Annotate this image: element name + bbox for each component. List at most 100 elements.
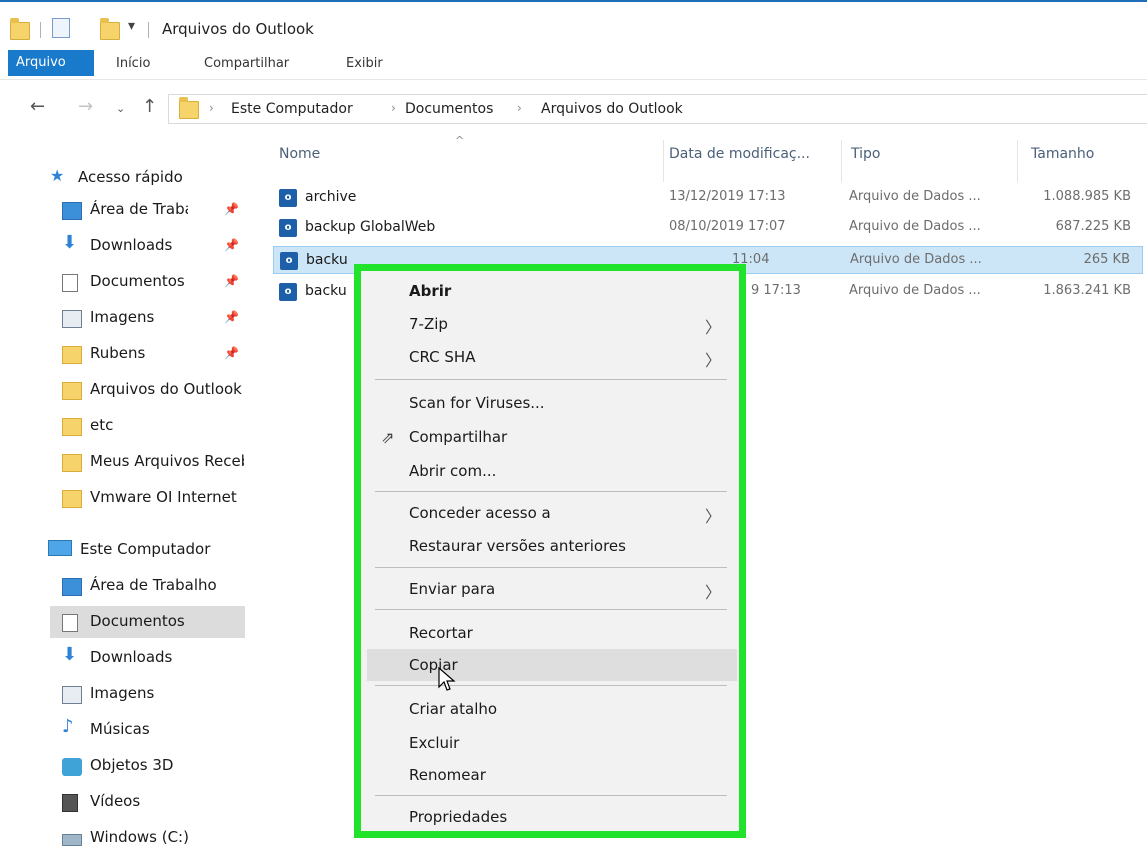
menu-item-label: Abrir com... — [409, 462, 497, 480]
menu-item-label: Abrir — [409, 282, 452, 300]
menu-item-crc-sha[interactable]: CRC SHA 〉 — [361, 341, 739, 373]
nav-item-meus-arquivos[interactable]: Meus Arquivos Recebidos — [50, 446, 245, 478]
mouse-pointer-icon — [438, 667, 456, 691]
new-folder-icon[interactable] — [100, 18, 120, 40]
music-icon: ♪ — [62, 716, 74, 737]
nav-label: Documentos — [90, 612, 185, 630]
menu-item-7zip[interactable]: 7-Zip 〉 — [361, 308, 739, 340]
pin-icon[interactable]: 📌 — [224, 238, 239, 252]
tab-inicio[interactable]: Início — [116, 52, 150, 75]
nav-item-documentos[interactable]: Documentos 📌 — [50, 266, 245, 298]
menu-divider — [375, 685, 727, 686]
outlook-data-file-icon: o — [279, 189, 297, 207]
pin-icon[interactable]: 📌 — [224, 274, 239, 288]
menu-divider — [375, 491, 727, 492]
column-divider[interactable] — [841, 140, 842, 182]
breadcrumb-este-computador[interactable]: Este Computador — [231, 101, 353, 117]
column-divider[interactable] — [663, 140, 664, 182]
pin-icon[interactable]: 📌 — [224, 310, 239, 324]
file-row[interactable]: o archive 13/12/2019 17:13 Arquivo de Da… — [273, 184, 1143, 212]
nav-item-pc-musicas[interactable]: ♪ Músicas — [50, 714, 245, 746]
menu-item-criar-atalho[interactable]: Criar atalho — [361, 693, 739, 725]
nav-item-vmware[interactable]: Vmware OI Internet — [50, 482, 245, 514]
nav-item-imagens[interactable]: Imagens 📌 — [50, 302, 245, 334]
this-pc-header[interactable]: Este Computador — [42, 534, 242, 564]
address-field[interactable]: › Este Computador › Documentos › Arquivo… — [168, 94, 1147, 124]
chevron-right-icon: 〉 — [704, 507, 721, 526]
file-name: backu — [306, 252, 348, 268]
customize-quick-access-icon[interactable]: ▾ — [128, 18, 135, 34]
menu-item-label: CRC SHA — [409, 348, 476, 366]
nav-item-pc-imagens[interactable]: Imagens — [50, 678, 245, 710]
up-arrow-icon[interactable]: ↑ — [142, 96, 157, 117]
nav-item-downloads[interactable]: ⬇ Downloads 📌 — [50, 230, 245, 262]
menu-item-conceder-acesso[interactable]: Conceder acesso a 〉 — [361, 497, 739, 529]
menu-item-compartilhar[interactable]: ⇗ Compartilhar — [361, 421, 739, 453]
column-header-data[interactable]: Data de modificaç... — [669, 146, 810, 162]
nav-item-etc[interactable]: etc — [50, 410, 245, 442]
file-name: backup GlobalWeb — [305, 219, 436, 235]
folder-icon — [62, 418, 82, 436]
folder-icon — [62, 382, 82, 400]
nav-label: Vídeos — [90, 792, 141, 810]
folder-icon — [62, 346, 82, 364]
forward-arrow-icon[interactable]: → — [78, 96, 93, 117]
breadcrumb-arquivos-do-outlook[interactable]: Arquivos do Outlook — [541, 101, 683, 117]
menu-item-abrir[interactable]: Abrir — [361, 275, 739, 307]
menu-item-label: Compartilhar — [409, 428, 508, 446]
menu-item-label: Enviar para — [409, 580, 496, 598]
recent-locations-icon[interactable]: ⌄ — [116, 102, 125, 115]
file-date: 9 17:13 — [751, 283, 801, 298]
file-name: archive — [305, 189, 357, 205]
breadcrumb-documentos[interactable]: Documentos — [405, 101, 493, 117]
quick-access-label: Acesso rápido — [78, 168, 183, 186]
share-icon: ⇗ — [381, 428, 395, 447]
nav-item-pc-objetos-3d[interactable]: Objetos 3D — [50, 750, 245, 782]
nav-label: Downloads — [90, 648, 173, 666]
column-header-tamanho[interactable]: Tamanho — [1031, 146, 1094, 162]
properties-icon[interactable] — [52, 18, 70, 38]
tab-compartilhar[interactable]: Compartilhar — [204, 52, 289, 75]
menu-item-scan-viruses[interactable]: Scan for Viruses... — [361, 387, 739, 419]
menu-item-recortar[interactable]: Recortar — [361, 617, 739, 649]
nav-item-rubens[interactable]: Rubens 📌 — [50, 338, 245, 370]
pin-icon[interactable]: 📌 — [224, 202, 239, 216]
pin-icon[interactable]: 📌 — [224, 346, 239, 360]
menu-item-excluir[interactable]: Excluir — [361, 727, 739, 759]
nav-item-desktop[interactable]: Área de Trabalho 📌 — [50, 194, 245, 226]
pictures-icon — [62, 686, 82, 704]
back-arrow-icon[interactable]: ← — [30, 96, 45, 117]
menu-item-restaurar-versoes[interactable]: Restaurar versões anteriores — [361, 530, 739, 562]
download-icon: ⬇ — [62, 232, 78, 253]
menu-item-renomear[interactable]: Renomear — [361, 759, 739, 791]
file-name: backu — [305, 283, 347, 299]
window-title: Arquivos do Outlook — [162, 20, 314, 38]
computer-icon — [48, 540, 72, 556]
tab-exibir[interactable]: Exibir — [346, 52, 383, 75]
nav-item-pc-videos[interactable]: Vídeos — [50, 786, 245, 818]
download-icon: ⬇ — [62, 644, 78, 665]
nav-item-arquivos-do-outlook[interactable]: Arquivos do Outlook — [50, 374, 245, 406]
column-header-nome[interactable]: Nome — [279, 146, 320, 162]
menu-item-abrir-com[interactable]: Abrir com... — [361, 455, 739, 487]
nav-label: Downloads — [90, 236, 173, 254]
nav-item-pc-downloads[interactable]: ⬇ Downloads — [50, 642, 245, 674]
breadcrumb-separator: › — [209, 101, 214, 115]
3d-objects-icon — [62, 758, 82, 776]
nav-label: etc — [90, 416, 114, 434]
nav-label: Imagens — [90, 684, 155, 702]
nav-item-pc-desktop[interactable]: Área de Trabalho — [50, 570, 245, 602]
nav-item-pc-windows-c[interactable]: Windows (C:) — [50, 822, 245, 846]
menu-item-enviar-para[interactable]: Enviar para 〉 — [361, 573, 739, 605]
tab-arquivo[interactable]: Arquivo — [8, 50, 94, 76]
nav-item-pc-documentos[interactable]: Documentos — [50, 606, 245, 638]
file-row[interactable]: o backup GlobalWeb 08/10/2019 17:07 Arqu… — [273, 214, 1143, 242]
quick-access-header[interactable]: ★ Acesso rápido — [42, 164, 242, 192]
menu-item-copiar[interactable]: Copiar — [367, 649, 737, 681]
nav-label: Arquivos do Outlook — [90, 380, 242, 398]
column-divider[interactable] — [1017, 140, 1018, 182]
menu-item-propriedades[interactable]: Propriedades — [361, 801, 739, 833]
column-header-tipo[interactable]: Tipo — [851, 146, 880, 162]
menu-item-label: Propriedades — [409, 808, 508, 826]
outlook-data-file-icon: o — [279, 283, 297, 301]
